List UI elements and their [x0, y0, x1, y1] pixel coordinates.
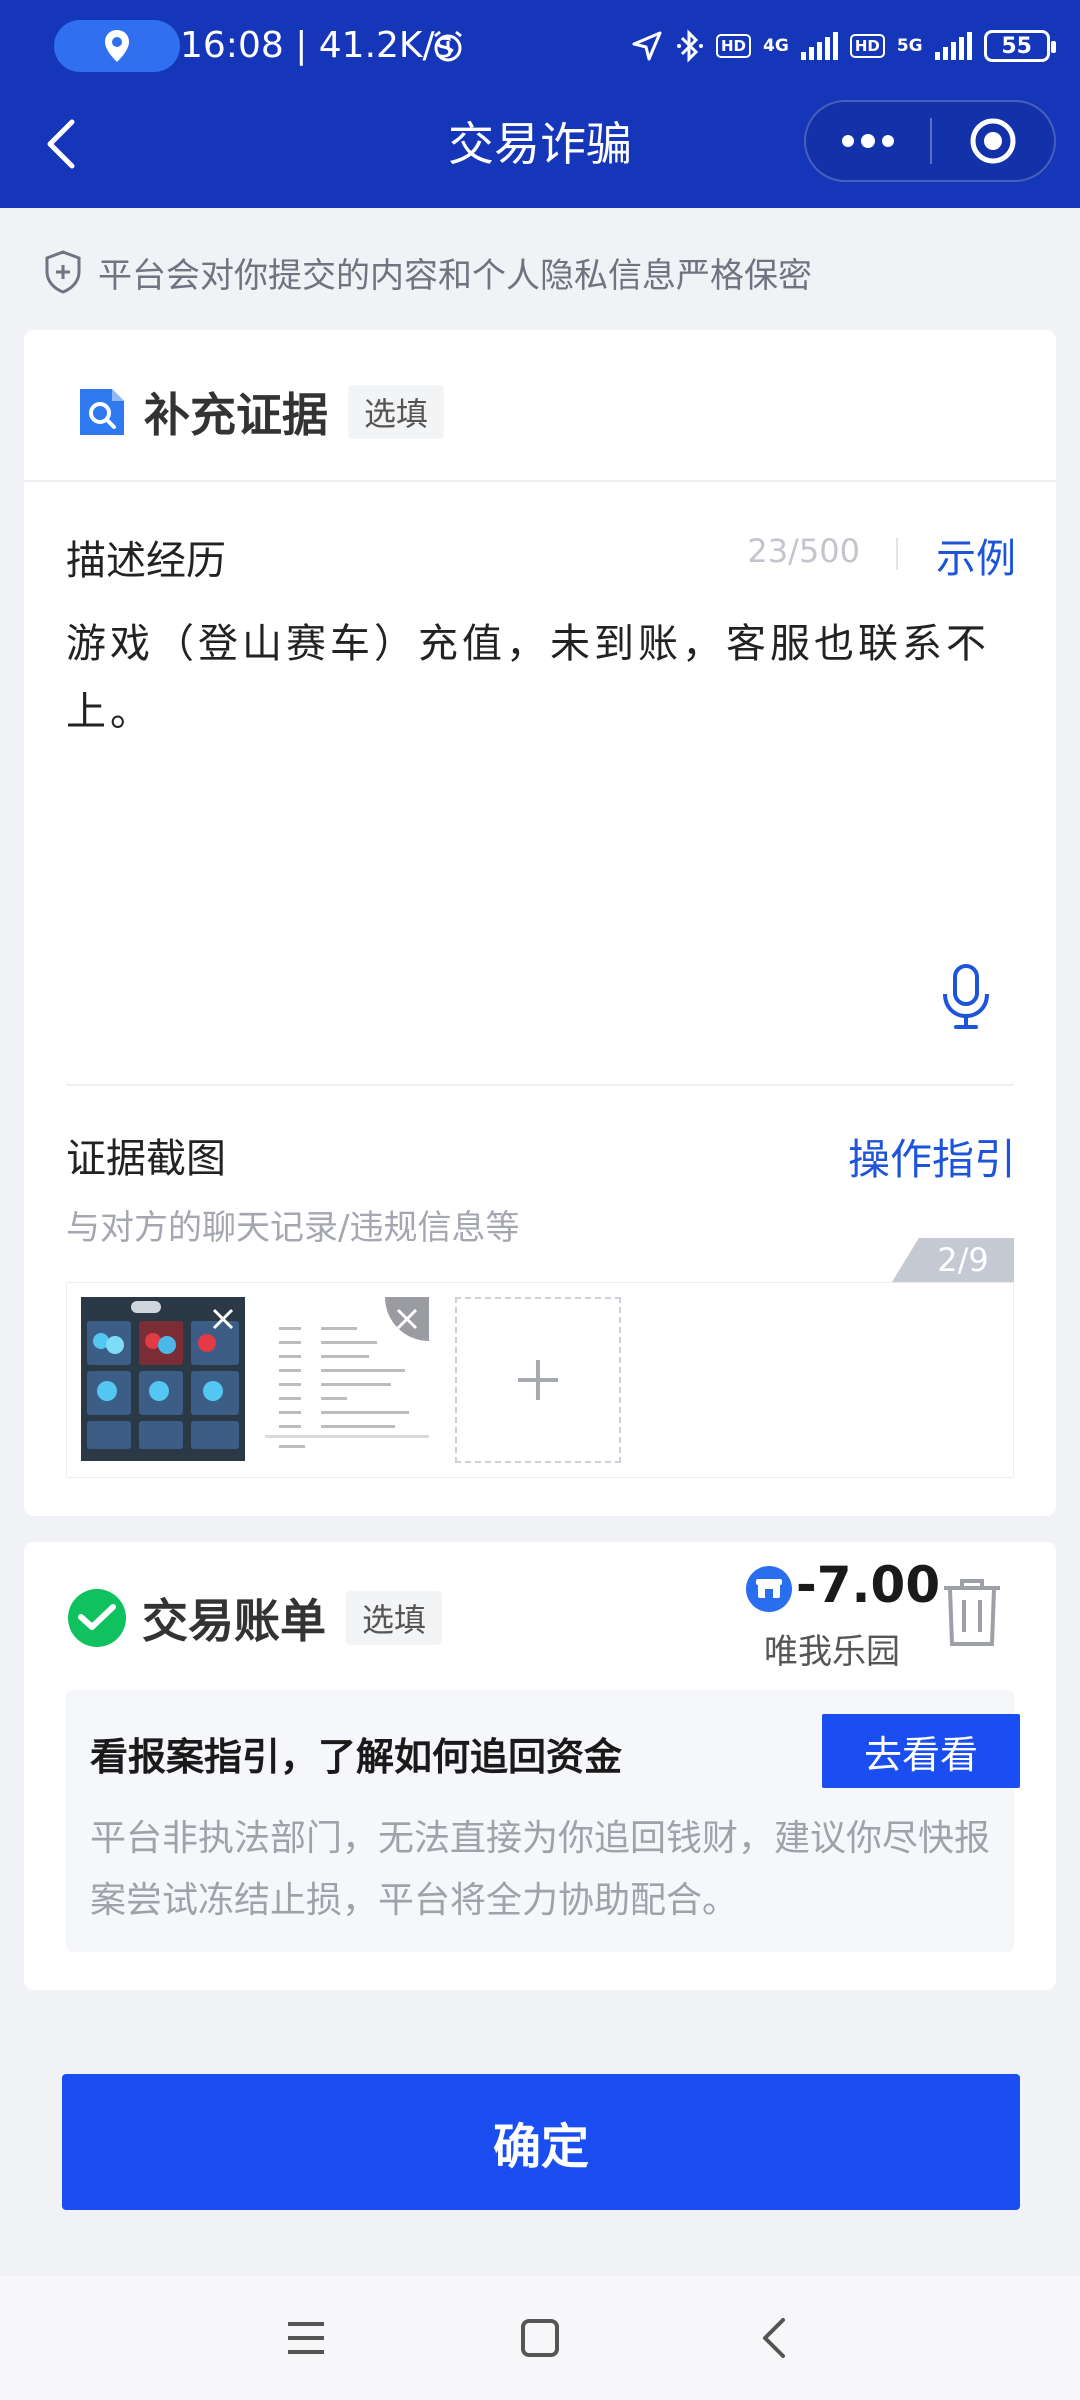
system-navigation-bar	[0, 2276, 1080, 2400]
battery-level: 55	[1001, 33, 1032, 59]
view-guide-button[interactable]: 去看看	[822, 1714, 1020, 1788]
hd-badge: HD	[716, 34, 752, 58]
navigation-arrow-icon	[632, 31, 662, 61]
bluetooth-icon	[677, 29, 703, 63]
back-nav-button[interactable]	[742, 2306, 806, 2370]
privacy-notice: 平台会对你提交的内容和个人隐私信息严格保密	[44, 244, 812, 300]
screenshot-uploader	[66, 1282, 1014, 1478]
more-dots-icon	[842, 134, 894, 148]
target-circle-icon	[970, 118, 1016, 164]
description-label: 描述经历	[66, 538, 226, 584]
top-bar: 16:08 | 41.2K/s HD 4G HD 5G 55 交易诈骗	[0, 0, 1080, 208]
merchant-store-icon	[746, 1566, 792, 1612]
counter-divider	[896, 538, 898, 570]
menu-icon	[288, 2322, 324, 2354]
plus-icon	[518, 1360, 558, 1400]
add-image-button[interactable]	[455, 1297, 621, 1463]
network-4g-label: 4G	[763, 36, 789, 56]
privacy-notice-text: 平台会对你提交的内容和个人隐私信息严格保密	[98, 255, 812, 296]
close-icon	[212, 1308, 234, 1330]
network-5g-label: 5G	[896, 36, 923, 56]
location-indicator	[54, 20, 180, 72]
more-button[interactable]	[806, 102, 930, 180]
description-divider	[66, 1084, 1014, 1086]
confirm-button[interactable]: 确定	[62, 2074, 1020, 2210]
signal-bars-icon	[800, 32, 838, 60]
screenshot-label: 证据截图	[66, 1136, 226, 1182]
evidence-section-header: 补充证据 选填	[76, 382, 445, 442]
search-document-icon	[80, 389, 124, 435]
status-time-speed: 16:08 | 41.2K/s	[180, 25, 454, 66]
operation-guide-link[interactable]: 操作指引	[848, 1126, 1016, 1187]
close-mini-program-button[interactable]	[932, 102, 1054, 180]
remove-image-button[interactable]	[201, 1297, 245, 1341]
delete-bill-button[interactable]	[940, 1576, 1004, 1648]
mini-program-capsule	[804, 100, 1056, 182]
report-guide-title: 看报案指引，了解如何追回资金	[90, 1735, 623, 1779]
close-icon	[396, 1308, 418, 1330]
evidence-title: 补充证据	[144, 388, 328, 442]
voice-input-button[interactable]	[936, 962, 996, 1032]
section-divider	[24, 480, 1056, 482]
report-guide-description: 平台非执法部门，无法直接为你追回钱财，建议你尽快报案尝试冻结止损，平台将全力协助…	[90, 1818, 991, 1921]
evidence-card: 补充证据 选填 描述经历 23/500 示例 游戏（登山赛车）充值，未到账，客服…	[24, 330, 1056, 1516]
screenshot-thumbnail[interactable]	[81, 1297, 245, 1461]
menu-nav-button[interactable]	[274, 2306, 338, 2370]
bill-section-header: 交易账单 选填	[68, 1588, 443, 1648]
microphone-icon	[943, 964, 989, 1029]
report-guide-box: 看报案指引，了解如何追回资金 去看看 平台非执法部门，无法直接为你追回钱财，建议…	[66, 1690, 1020, 1952]
home-nav-button[interactable]	[508, 2306, 572, 2370]
screenshot-hint: 与对方的聊天记录/违规信息等	[66, 1208, 520, 1248]
trash-icon	[944, 1579, 1000, 1646]
bill-title: 交易账单	[142, 1594, 326, 1648]
image-count: 2/9	[937, 1241, 989, 1279]
wechat-pay-logo-icon	[68, 1589, 126, 1647]
optional-tag: 选填	[348, 385, 445, 439]
alarm-icon	[430, 28, 466, 68]
description-textarea[interactable]: 游戏（登山赛车）充值，未到账，客服也联系不上。	[66, 610, 1046, 746]
transaction-bill-card: 交易账单 选填 -7.00 唯我乐园 看报案指引，了解如何追回资金 去看看 平台…	[24, 1542, 1056, 1990]
status-bar: 16:08 | 41.2K/s HD 4G HD 5G 55	[0, 0, 1080, 92]
battery-icon: 55	[983, 30, 1056, 62]
signal-bars-icon-2	[934, 32, 972, 60]
location-pin-icon	[105, 30, 129, 62]
merchant-name: 唯我乐园	[764, 1632, 900, 1672]
hd-badge-2: HD	[849, 34, 885, 58]
status-icons: HD 4G HD 5G 55	[630, 20, 1056, 72]
optional-tag: 选填	[346, 1591, 443, 1645]
screenshot-thumbnail[interactable]	[265, 1297, 429, 1461]
char-counter: 23/500	[747, 532, 860, 570]
back-arrow-icon	[763, 2318, 785, 2358]
image-count-badge: 2/9	[892, 1238, 1014, 1282]
shield-plus-icon	[45, 250, 81, 294]
example-link[interactable]: 示例	[936, 526, 1016, 584]
bill-amount: -7.00	[796, 1556, 941, 1614]
home-square-icon	[521, 2319, 559, 2357]
